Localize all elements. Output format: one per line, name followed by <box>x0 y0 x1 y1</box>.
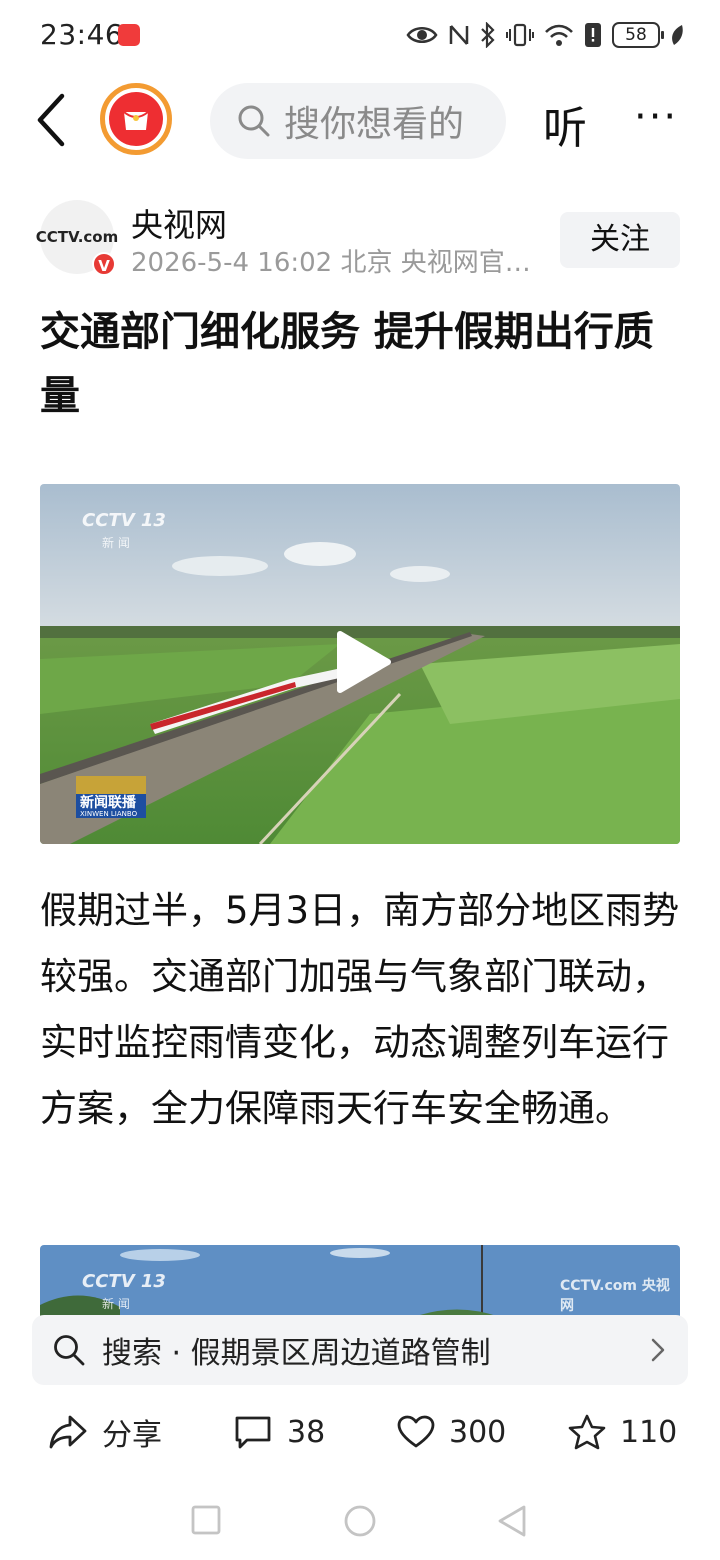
app-logo-button[interactable] <box>100 83 172 155</box>
share-icon <box>49 1415 87 1449</box>
favorite-count: 110 <box>620 1414 678 1450</box>
status-time: 23:46 <box>40 18 124 51</box>
cctv-com-watermark: CCTV.com 央视网 <box>560 1278 670 1314</box>
comment-icon <box>235 1416 271 1449</box>
search-icon <box>54 1335 85 1366</box>
program-logo-sub: XINWEN LIANBO <box>80 810 138 818</box>
star-icon <box>568 1414 606 1450</box>
video-player[interactable]: CCTV 13 新 闻 新闻联播 XINWEN LIANBO <box>40 484 680 844</box>
verified-badge: V <box>92 252 116 276</box>
action-bar: 分享 38 300 110 <box>0 1400 720 1464</box>
cctv13-watermark-2: CCTV 13 <box>82 1271 166 1292</box>
bluetooth-icon <box>481 22 495 48</box>
play-icon[interactable] <box>332 630 394 694</box>
more-options-button[interactable]: ··· <box>634 94 678 140</box>
recents-icon[interactable] <box>190 1504 222 1536</box>
favorite-button[interactable]: 110 <box>568 1400 677 1464</box>
battery-icon: 58 <box>612 22 664 48</box>
share-button[interactable]: 分享 <box>48 1400 162 1464</box>
author-name[interactable]: 央视网 <box>131 200 227 246</box>
status-bar: 23:46 58 <box>0 0 720 70</box>
article-paragraph: 假期过半，5月3日，南方部分地区雨势较强。交通部门加强与气象部门联动，实时监控雨… <box>40 889 680 1130</box>
author-row: CCTV.com V 央视网 2026-5-4 16:02 北京 央视网官方账号… <box>36 196 680 278</box>
nfc-icon <box>449 25 469 45</box>
wifi-icon <box>545 24 573 46</box>
heart-icon <box>397 1415 435 1448</box>
cctv13-sub-2: 新 闻 <box>102 1297 130 1311</box>
search-input[interactable]: 搜你想看的 <box>210 83 506 159</box>
search-placeholder: 搜你想看的 <box>284 104 465 145</box>
vibrate-icon <box>506 23 534 47</box>
like-count: 300 <box>449 1414 507 1450</box>
listen-button[interactable]: 听 <box>543 92 587 156</box>
comment-count: 38 <box>287 1414 326 1450</box>
comment-button[interactable]: 38 <box>233 1400 325 1464</box>
chevron-left-icon <box>37 93 65 147</box>
app-logo-icon <box>109 92 163 146</box>
back-nav-icon[interactable] <box>496 1504 528 1538</box>
cctv13-watermark: CCTV 13 <box>82 510 166 531</box>
chevron-right-icon <box>651 1338 665 1362</box>
related-search-label: 搜索 · 假期景区周边道路管制 <box>102 1336 491 1371</box>
follow-button[interactable]: 关注 <box>560 212 680 268</box>
status-icons: 58 <box>406 18 684 52</box>
home-icon[interactable] <box>342 1504 378 1538</box>
article-title: 交通部门细化服务 提升假期出行质量 <box>40 309 654 419</box>
alert-icon <box>585 23 601 47</box>
system-nav-bar <box>0 1488 720 1560</box>
back-button[interactable] <box>30 90 74 150</box>
notification-app-icon <box>118 24 140 46</box>
like-button[interactable]: 300 <box>397 1400 506 1464</box>
eye-icon <box>406 27 438 43</box>
cctv13-sub: 新 闻 <box>102 536 130 550</box>
share-label: 分享 <box>102 1418 162 1453</box>
top-bar: 搜你想看的 听 ··· <box>0 78 720 164</box>
post-meta: 2026-5-4 16:02 北京 央视网官方账号 <box>131 248 531 278</box>
video-player-2[interactable]: CCTV 13 新 闻 CCTV.com 央视网 <box>40 1245 680 1325</box>
search-icon <box>238 105 270 137</box>
avatar-logo-text: CCTV.com <box>35 228 119 246</box>
program-logo: 新闻联播 <box>80 795 136 811</box>
leaf-icon <box>672 25 683 45</box>
related-search-bar[interactable]: 搜索 · 假期景区周边道路管制 <box>32 1315 688 1385</box>
